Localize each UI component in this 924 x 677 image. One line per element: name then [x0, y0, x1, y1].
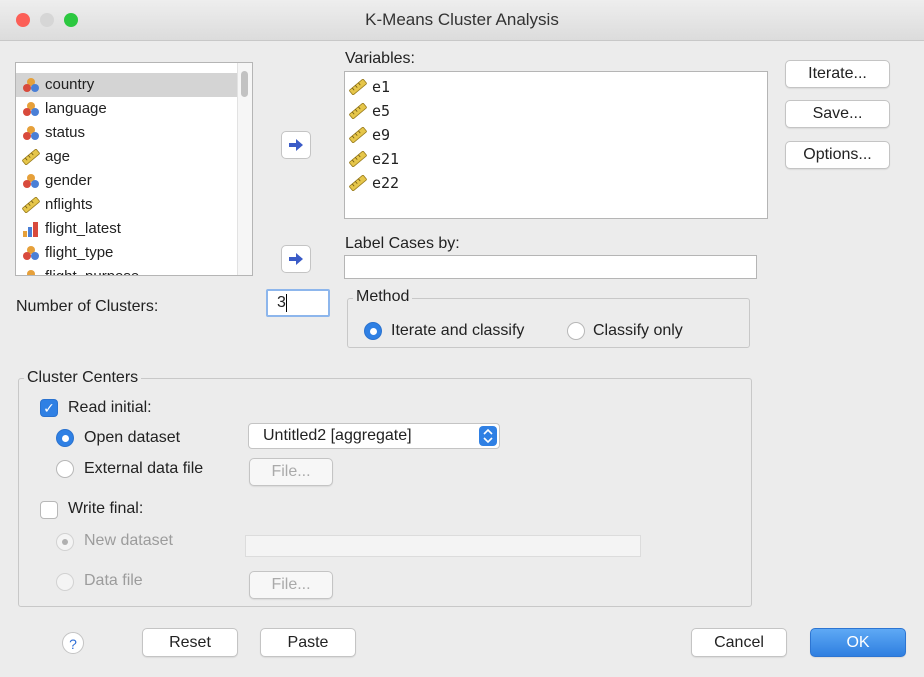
chevron-updown-icon [479, 426, 497, 446]
source-list-item-label: flight_type [45, 244, 114, 261]
variables-label: Variables: [345, 50, 415, 67]
source-list-item[interactable]: flight_latest [16, 217, 238, 241]
variable-list-item-label: e5 [372, 102, 391, 120]
label-cases-field[interactable] [344, 255, 757, 279]
dataset-select-value: Untitled2 [aggregate] [263, 427, 412, 444]
scale-ruler-icon [22, 149, 45, 165]
source-list-item-label: country [45, 76, 95, 93]
scale-ruler-icon [349, 79, 372, 95]
variable-list-item-label: e9 [372, 126, 391, 144]
nominal-icon [22, 77, 45, 93]
source-list-item-label: gender [45, 172, 92, 189]
cancel-button[interactable]: Cancel [691, 628, 787, 657]
move-to-label-cases-button[interactable] [281, 245, 311, 273]
window-title: K-Means Cluster Analysis [365, 10, 559, 29]
number-of-clusters-input[interactable]: 3 [266, 289, 330, 317]
paste-button[interactable]: Paste [260, 628, 356, 657]
source-list-item[interactable]: status [16, 121, 238, 145]
scale-ruler-icon [349, 151, 372, 167]
source-list-item-label: age [45, 148, 71, 165]
external-data-file-label: External data file [84, 460, 204, 477]
variable-list-item[interactable]: e21 [349, 147, 399, 171]
nominal-icon [22, 269, 45, 275]
scale-ruler-icon [22, 197, 45, 213]
move-to-variables-button[interactable] [281, 131, 311, 159]
number-of-clusters-value: 3 [277, 294, 286, 311]
source-list-item[interactable]: flight_purpose [16, 265, 238, 275]
write-final-checkbox[interactable] [40, 501, 58, 519]
right-arrow-icon [289, 253, 303, 265]
variable-list-item-label: e1 [372, 78, 391, 96]
list-scrollbar[interactable] [237, 63, 252, 275]
scrollbar-thumb[interactable] [241, 71, 248, 97]
variable-list-item[interactable]: e1 [349, 75, 399, 99]
variable-list-item[interactable]: e9 [349, 123, 399, 147]
help-icon: ? [69, 636, 77, 652]
read-initial-label: Read initial: [68, 399, 152, 416]
help-button[interactable]: ? [62, 632, 84, 654]
cluster-centers-legend: Cluster Centers [24, 369, 142, 387]
write-final-label: Write final: [68, 500, 144, 517]
source-list-item-label: flight_purpose [45, 265, 139, 275]
source-list-item-label: nflights [45, 196, 93, 213]
method-legend: Method [353, 288, 413, 306]
new-dataset-radio[interactable] [56, 533, 74, 551]
source-list-item[interactable]: language [16, 97, 238, 121]
iterate-and-classify-label: Iterate and classify [391, 322, 525, 339]
source-list-item-label: flight_latest [45, 220, 121, 237]
classify-only-radio[interactable] [567, 322, 585, 340]
dataset-select[interactable]: Untitled2 [aggregate] [248, 423, 500, 449]
source-list-item[interactable]: nflights [16, 193, 238, 217]
reset-button[interactable]: Reset [142, 628, 238, 657]
source-variable-list[interactable]: country language status age gender nflights fl… [15, 62, 253, 276]
open-dataset-radio[interactable] [56, 429, 74, 447]
source-list-item[interactable]: gender [16, 169, 238, 193]
iterate-button[interactable]: Iterate... [785, 60, 890, 88]
ok-button[interactable]: OK [810, 628, 906, 657]
external-data-file-radio[interactable] [56, 460, 74, 478]
source-list-item-label: language [45, 100, 107, 117]
scale-ruler-icon [349, 127, 372, 143]
variable-list-item-label: e21 [372, 150, 400, 168]
classify-only-label: Classify only [593, 322, 683, 339]
nominal-icon [22, 125, 45, 141]
variable-list-item[interactable]: e22 [349, 171, 399, 195]
variable-list-item[interactable]: e5 [349, 99, 399, 123]
save-button[interactable]: Save... [785, 100, 890, 128]
scale-ruler-icon [349, 103, 372, 119]
variable-list-item-label: e22 [372, 174, 400, 192]
data-file-label: Data file [84, 572, 143, 589]
options-button[interactable]: Options... [785, 141, 890, 169]
nominal-icon [22, 101, 45, 117]
data-file-radio[interactable] [56, 573, 74, 591]
variables-list[interactable]: e1 e5 e9 e21 e22 [344, 71, 768, 219]
external-file-button[interactable]: File... [249, 458, 333, 486]
source-list-item[interactable]: country [16, 73, 238, 97]
number-of-clusters-label: Number of Clusters: [16, 298, 159, 315]
label-cases-label: Label Cases by: [345, 235, 460, 252]
iterate-and-classify-radio[interactable] [364, 322, 382, 340]
read-initial-checkbox[interactable]: ✓ [40, 399, 58, 417]
open-dataset-label: Open dataset [84, 429, 181, 446]
source-list-item[interactable]: age [16, 145, 238, 169]
new-dataset-label: New dataset [84, 532, 173, 549]
right-arrow-icon [289, 139, 303, 151]
scale-ruler-icon [349, 175, 372, 191]
source-list-item[interactable]: flight_type [16, 241, 238, 265]
source-list-item-label: status [45, 124, 86, 141]
title-bar: K-Means Cluster Analysis [0, 0, 924, 41]
nominal-icon [22, 245, 45, 261]
data-file-button[interactable]: File... [249, 571, 333, 599]
nominal-icon [22, 173, 45, 189]
ordinal-bar-icon [22, 221, 45, 237]
new-dataset-name-field[interactable] [245, 535, 641, 557]
